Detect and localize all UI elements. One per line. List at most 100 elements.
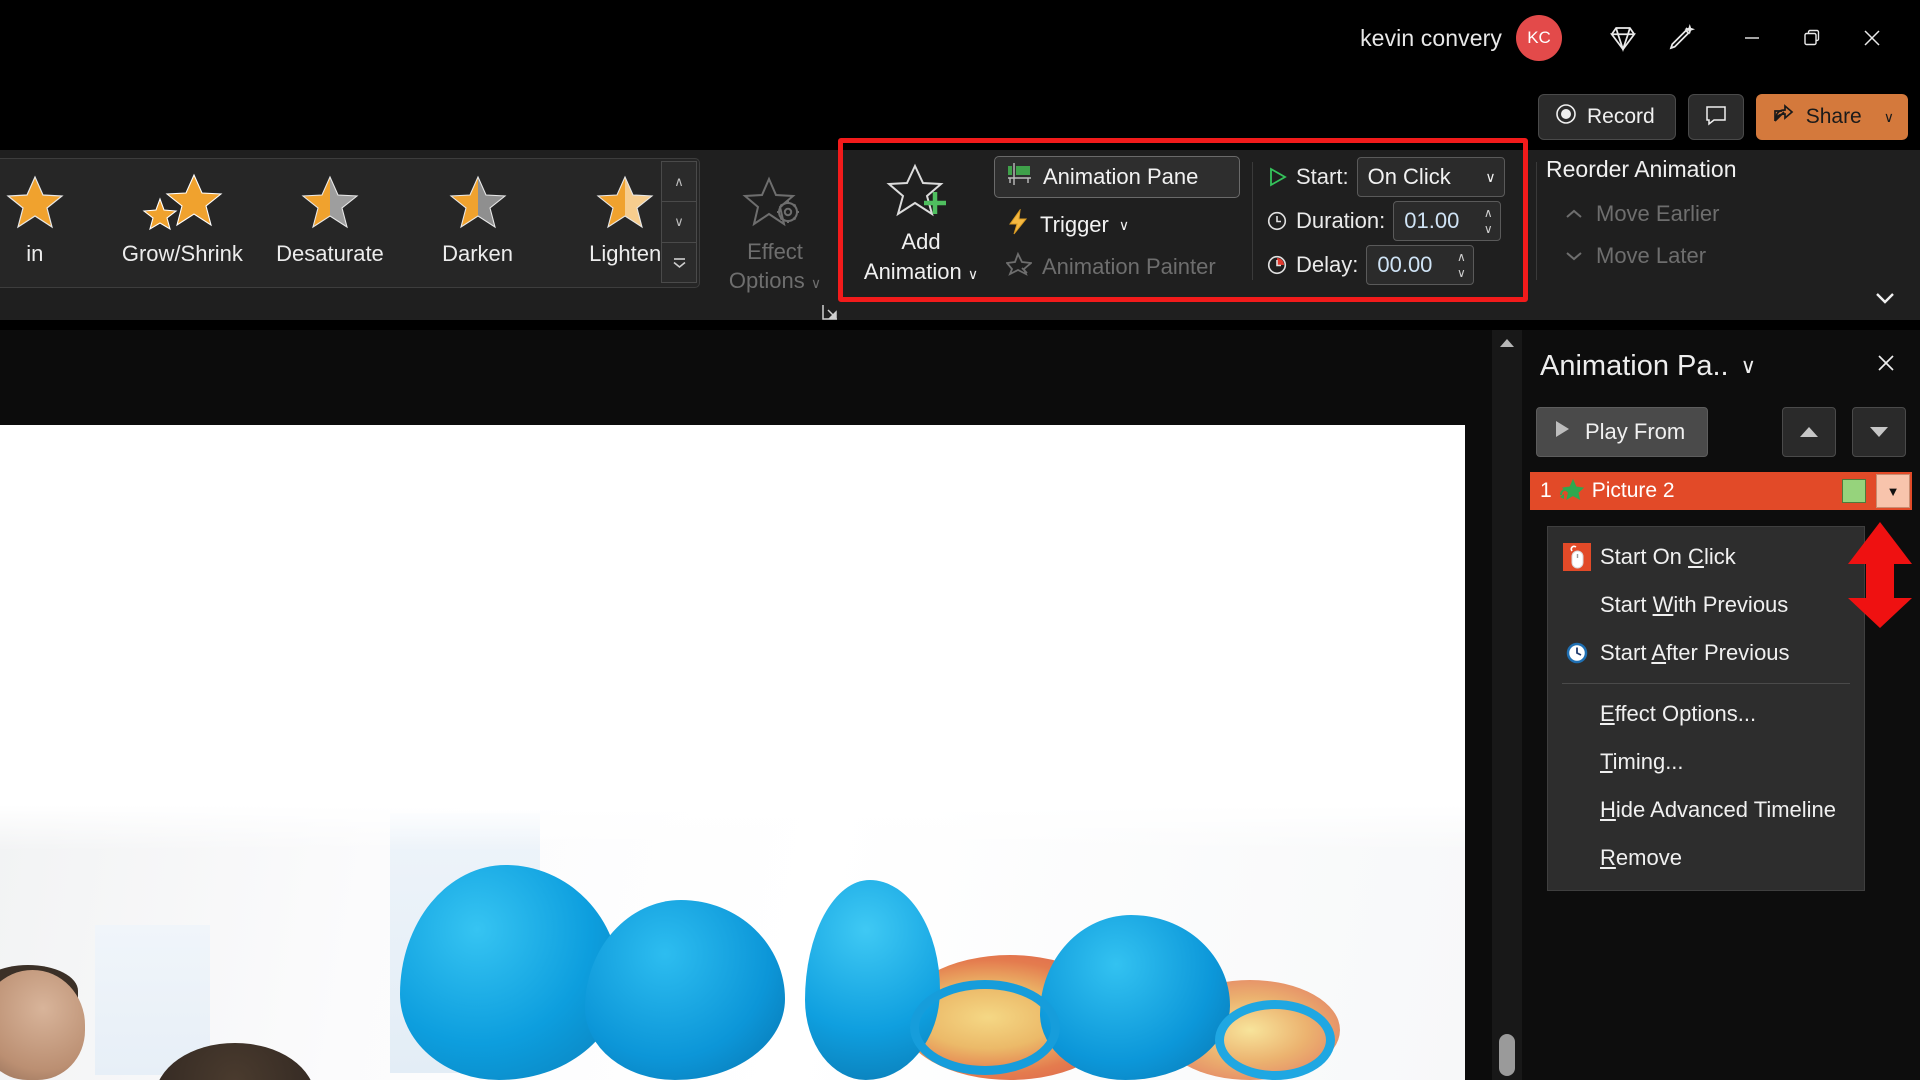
add-animation-label-2: Animation ∨ (863, 259, 979, 284)
animation-pane-toggle-button[interactable]: Animation Pane (994, 156, 1240, 198)
delay-value: 00.00 (1377, 252, 1433, 277)
mouse-click-icon (1554, 542, 1600, 572)
stepper-up-icon[interactable]: ∧ (1457, 249, 1466, 265)
duration-stepper[interactable]: ∧ ∨ (1476, 202, 1500, 240)
stepper-up-icon[interactable]: ∧ (1484, 205, 1493, 221)
animation-item-label: Picture 2 (1591, 479, 1675, 502)
minimize-icon[interactable] (1722, 10, 1782, 66)
pen-edit-icon[interactable] (1652, 12, 1710, 64)
animation-context-menu[interactable]: Start On Click Start With Previous Start… (1547, 526, 1865, 891)
trigger-label: Trigger (1040, 212, 1109, 237)
advanced-animation-commands: Animation Pane Trigger ∨ Animation Paint… (994, 156, 1240, 288)
animation-item-dropdown-button[interactable]: ▼ (1876, 474, 1910, 508)
chevron-up-icon (1564, 201, 1584, 227)
animation-pane-title: Animation Pa.. (1540, 349, 1729, 382)
gallery-more-icon[interactable] (661, 241, 697, 283)
menu-item-start-after-previous[interactable]: Start After Previous (1548, 629, 1864, 677)
close-icon[interactable] (1874, 351, 1910, 382)
menu-item-label: Remove (1600, 845, 1682, 870)
gallery-item-spin[interactable]: in (0, 159, 109, 285)
add-animation-button[interactable]: Add Animation ∨ (856, 162, 986, 289)
duration-row: Duration: 01.00 ∧ ∨ (1262, 200, 1528, 242)
animation-pane-header: Animation Pa.. ∨ (1522, 330, 1920, 402)
animation-list-item-picture-2[interactable]: 1 Picture 2 ▼ (1530, 472, 1912, 510)
slide-vertical-scrollbar[interactable] (1492, 330, 1522, 1080)
stepper-down-icon[interactable]: ∨ (1457, 265, 1466, 281)
effect-options-label-1: Effect (747, 239, 803, 264)
gallery-item-darken[interactable]: Darken (404, 159, 552, 285)
expand-ribbon-button[interactable] (1872, 290, 1898, 312)
animation-gallery[interactable]: in Grow/Shrink Desaturate Darken Lighten… (0, 158, 700, 288)
play-triangle-icon (1553, 419, 1571, 445)
move-later-button: Move Later (1546, 235, 1776, 277)
animation-pane-label: Animation Pane (1043, 164, 1199, 189)
reorder-animation-group: Reorder Animation Move Earlier Move Late… (1546, 156, 1776, 277)
advanced-animation-group: Add Animation ∨ Animation Pane Trigger ∨… (846, 156, 1246, 288)
chevron-down-icon[interactable]: ∨ (1741, 354, 1756, 379)
gallery-scroll-up-icon[interactable]: ∧ (661, 161, 697, 202)
gallery-item-label: Grow/Shrink (121, 241, 243, 266)
slide-picture-2[interactable] (0, 805, 1465, 1080)
menu-item-timing[interactable]: Timing... (1548, 738, 1864, 786)
star-gear-icon (742, 174, 808, 237)
record-button[interactable]: Record (1538, 94, 1676, 140)
add-animation-label-1: Add (901, 229, 941, 254)
star-plus-icon (885, 162, 957, 227)
share-button[interactable]: Share ∨ (1755, 94, 1908, 140)
title-bar: kevin convery KC (0, 0, 1920, 76)
slide-editing-area[interactable] (0, 330, 1492, 1080)
gallery-item-grow-shrink[interactable]: Grow/Shrink (109, 159, 257, 285)
comment-button[interactable] (1687, 94, 1744, 140)
avatar-initials: KC (1527, 28, 1551, 47)
chevron-down-icon[interactable]: ∨ (968, 266, 978, 282)
effect-options-label-2: Options ∨ (728, 268, 822, 293)
scroll-up-arrow-icon[interactable] (1499, 336, 1515, 351)
duration-input[interactable]: 01.00 ∧ ∨ (1393, 201, 1502, 241)
timing-group: Start: On Click ∨ Duration: 01.00 ∧ ∨ De… (1262, 156, 1528, 288)
menu-item-start-with-previous[interactable]: Start With Previous (1548, 581, 1864, 629)
menu-item-effect-options[interactable]: Effect Options... (1548, 690, 1864, 738)
animation-move-down-button[interactable] (1852, 407, 1906, 457)
start-value: On Click (1367, 164, 1451, 189)
record-circle-icon (1555, 103, 1577, 131)
clock-icon (1262, 210, 1292, 232)
animation-move-up-button[interactable] (1782, 407, 1836, 457)
animation-pane-icon (1007, 163, 1033, 191)
duration-label: Duration: (1296, 208, 1386, 233)
diamond-icon[interactable] (1594, 12, 1652, 64)
chevron-down-icon[interactable]: ∨ (1485, 169, 1495, 186)
menu-item-label: Start After Previous (1600, 640, 1790, 665)
gallery-scroll-down-icon[interactable]: ∨ (661, 201, 697, 242)
dialog-launcher-icon[interactable] (820, 302, 840, 327)
scrollbar-thumb[interactable] (1499, 1034, 1515, 1076)
chevron-down-icon[interactable]: ∨ (1119, 217, 1129, 234)
gallery-item-desaturate[interactable]: Desaturate (256, 159, 404, 285)
delay-input[interactable]: 00.00 ∧ ∨ (1366, 245, 1475, 285)
slide-canvas[interactable] (0, 425, 1465, 1080)
animation-timeline-bar[interactable] (1842, 479, 1866, 503)
gallery-item-label: in (26, 241, 44, 266)
group-divider (1536, 162, 1537, 280)
avatar[interactable]: KC (1516, 15, 1562, 61)
gallery-item-label: Lighten (589, 241, 662, 266)
play-triangle-icon (1262, 166, 1292, 188)
animation-painter-label: Animation Painter (1042, 254, 1216, 279)
menu-item-hide-advanced-timeline[interactable]: Hide Advanced Timeline (1548, 786, 1864, 834)
stepper-down-icon[interactable]: ∨ (1484, 221, 1493, 237)
play-from-button[interactable]: Play From (1536, 407, 1709, 457)
share-icon (1772, 102, 1796, 132)
clock-delay-icon (1262, 254, 1292, 276)
trigger-button[interactable]: Trigger ∨ (994, 204, 1240, 246)
chevron-down-icon[interactable]: ∨ (1884, 109, 1894, 126)
restore-icon[interactable] (1782, 10, 1842, 66)
ribbon-animations-tab: in Grow/Shrink Desaturate Darken Lighten… (0, 148, 1920, 470)
menu-item-start-on-click[interactable]: Start On Click (1548, 533, 1864, 581)
start-select[interactable]: On Click ∨ (1356, 157, 1505, 197)
gallery-scrollbar[interactable]: ∧ ∨ (661, 161, 697, 283)
close-icon[interactable] (1842, 10, 1902, 66)
delay-stepper[interactable]: ∧ ∨ (1449, 246, 1473, 284)
delay-label: Delay: (1296, 252, 1359, 277)
menu-separator (1562, 683, 1850, 684)
menu-item-remove[interactable]: Remove (1548, 834, 1864, 882)
clock-blue-icon (1554, 641, 1600, 665)
